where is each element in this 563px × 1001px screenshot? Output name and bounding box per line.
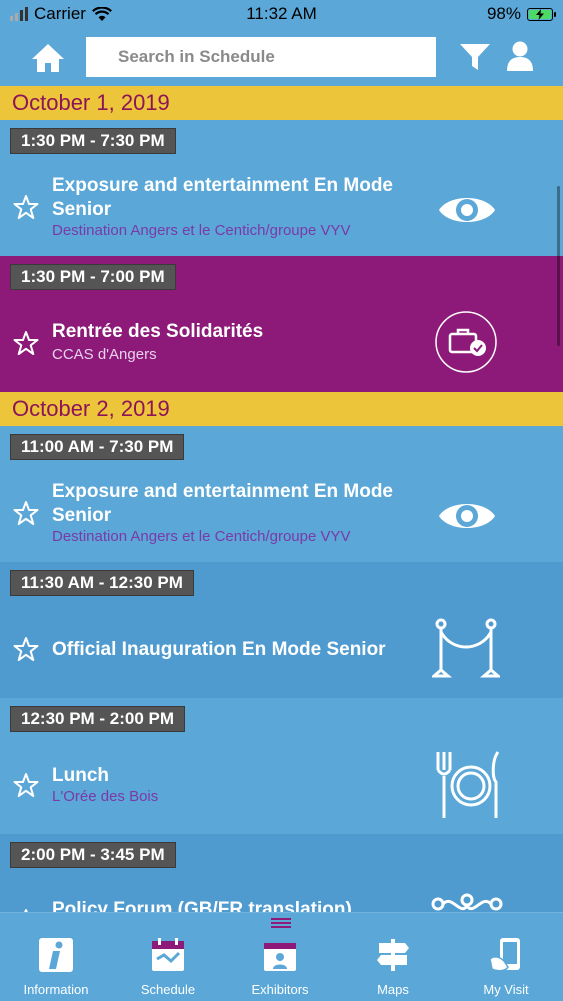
status-time: 11:32 AM	[246, 4, 317, 23]
user-profile-icon[interactable]	[505, 40, 535, 72]
tab-label: Information	[23, 982, 89, 997]
tab-label: Exhibitors	[251, 982, 309, 997]
tab-label: Maps	[377, 982, 409, 997]
event-row[interactable]: 1:30 PM - 7:00 PM Rentrée des Solidarité…	[0, 256, 563, 392]
date-header: October 1, 2019	[0, 86, 563, 120]
event-subtitle: L'Orée des Bois	[52, 788, 159, 805]
tab-schedule[interactable]: Schedule	[112, 913, 224, 1001]
event-row[interactable]: 11:30 AM - 12:30 PM Official Inauguratio…	[0, 562, 563, 698]
battery-icon	[527, 7, 556, 21]
bottom-tab-bar: Information Schedule Exhibitors Maps My …	[0, 912, 563, 1000]
event-title: Exposure and entertainment En Mode Senio…	[52, 175, 393, 220]
briefcase-check-icon	[435, 311, 497, 373]
event-title: Rentrée des Solidarités	[52, 321, 264, 342]
signpost-icon	[377, 939, 409, 971]
exhibitors-icon	[264, 943, 296, 971]
battery-percent: 98%	[486, 4, 521, 23]
network-icon	[431, 893, 503, 911]
event-title: Official Inauguration En Mode Senior	[52, 639, 386, 660]
date-header: October 2, 2019	[0, 392, 563, 426]
tab-my-visit[interactable]: My Visit	[450, 913, 562, 1001]
event-time: 11:30 AM - 12:30 PM	[10, 570, 194, 596]
search-input[interactable]	[86, 37, 436, 77]
status-bar: Carrier 11:32 AM 98%	[0, 0, 563, 30]
info-icon	[39, 938, 73, 972]
calendar-icon	[152, 938, 184, 971]
scrollbar[interactable]	[557, 186, 560, 346]
tab-label: My Visit	[483, 982, 529, 997]
favorite-star-icon[interactable]	[13, 636, 39, 662]
event-row[interactable]: 12:30 PM - 2:00 PM Lunch L'Orée des Bois	[0, 698, 563, 834]
favorite-star-icon[interactable]	[13, 194, 39, 220]
eye-icon	[439, 504, 495, 528]
tab-maps[interactable]: Maps	[337, 913, 449, 1001]
favorite-star-icon[interactable]	[13, 330, 39, 356]
event-title: Lunch	[52, 765, 109, 786]
favorite-star-icon[interactable]	[13, 500, 39, 526]
tab-information[interactable]: Information	[0, 913, 112, 1001]
event-row[interactable]: 1:30 PM - 7:30 PM Exposure and entertain…	[0, 120, 563, 256]
event-row[interactable]: 11:00 AM - 7:30 PM Exposure and entertai…	[0, 426, 563, 562]
event-row[interactable]: 2:00 PM - 3:45 PM Policy Forum (GB/FR tr…	[0, 834, 563, 912]
top-nav-bar	[0, 30, 563, 86]
event-subtitle: Destination Angers et le Centich/groupe …	[52, 528, 351, 545]
event-time: 11:00 AM - 7:30 PM	[10, 434, 185, 460]
event-time: 1:30 PM - 7:00 PM	[10, 264, 176, 290]
event-subtitle: Destination Angers et le Centich/groupe …	[52, 222, 351, 239]
event-title: Exposure and entertainment En Mode Senio…	[52, 481, 393, 526]
tab-label: Schedule	[140, 982, 196, 997]
tab-exhibitors[interactable]: Exhibitors	[224, 913, 336, 1001]
event-title: Policy Forum (GB/FR translation)	[52, 899, 352, 912]
event-time: 2:00 PM - 3:45 PM	[10, 842, 176, 868]
phone-hand-icon	[489, 938, 520, 972]
event-subtitle: CCAS d'Angers	[52, 346, 157, 363]
plate-cutlery-icon	[436, 751, 500, 818]
schedule-list[interactable]: October 1, 2019 1:30 PM - 7:30 PM Exposu…	[0, 86, 563, 912]
event-time: 1:30 PM - 7:30 PM	[10, 128, 176, 154]
event-time: 12:30 PM - 2:00 PM	[10, 706, 186, 732]
favorite-star-icon[interactable]	[13, 772, 39, 798]
eye-icon	[439, 198, 495, 222]
filter-icon[interactable]	[458, 42, 492, 72]
rope-barrier-icon	[432, 618, 500, 678]
home-icon[interactable]	[30, 42, 66, 74]
